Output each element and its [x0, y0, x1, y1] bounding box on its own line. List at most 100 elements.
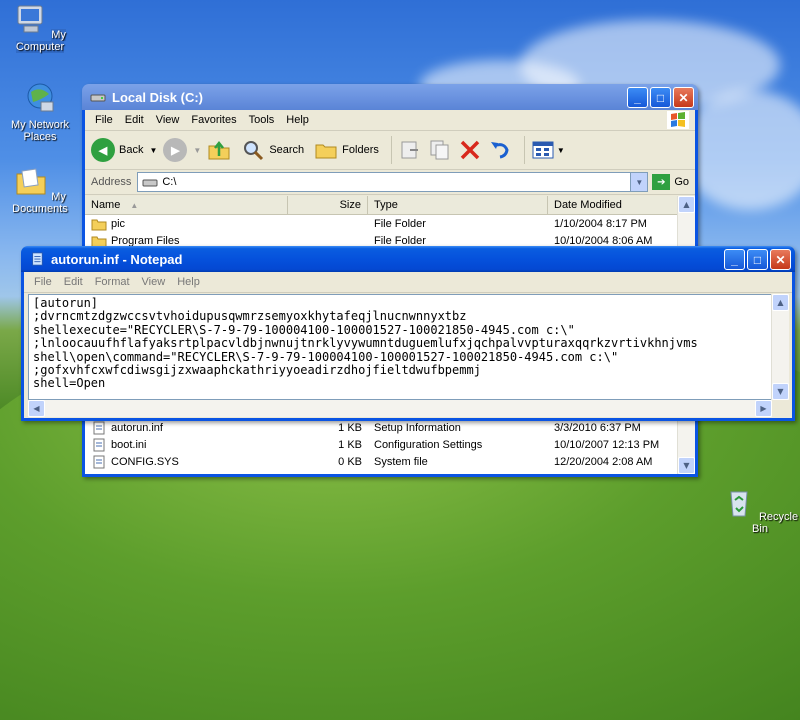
maximize-icon: □ — [656, 90, 665, 105]
minimize-button[interactable]: _ — [627, 87, 648, 108]
text-line: shellexecute="RECYCLER\S-7-9-79-10000410… — [33, 322, 575, 337]
file-type: File Folder — [374, 217, 426, 230]
ini-file-icon — [93, 438, 105, 451]
menu-file[interactable]: File — [28, 274, 58, 290]
table-row[interactable]: boot.ini 1 KB Configuration Settings 10/10/… — [85, 436, 678, 453]
up-folder-button[interactable] — [207, 138, 231, 162]
forward-arrow-icon: ▶ — [163, 138, 188, 162]
move-to-button[interactable] — [398, 138, 422, 162]
windows-logo-icon — [667, 111, 689, 129]
network-icon — [27, 83, 54, 112]
table-row[interactable]: autorun.inf 1 KB Setup Information 3/3/2010… — [85, 419, 678, 436]
menu-help[interactable]: Help — [171, 274, 206, 290]
back-button[interactable]: ◀ Back ▼ — [91, 138, 157, 162]
menu-edit[interactable]: Edit — [58, 274, 89, 290]
back-label: Back — [119, 144, 144, 156]
folder-icon — [91, 219, 107, 230]
column-type[interactable]: Type — [368, 196, 548, 214]
text-line: shell=Open — [33, 376, 106, 391]
file-date: 12/20/2004 2:08 AM — [554, 455, 653, 468]
sort-ascending-icon: ▲ — [130, 201, 139, 210]
folders-button[interactable]: Folders — [314, 138, 379, 162]
file-size: 0 KB — [338, 455, 362, 468]
maximize-button[interactable]: □ — [747, 249, 768, 270]
file-type: System file — [374, 455, 428, 468]
explorer-menubar: File Edit View Favorites Tools Help — [85, 110, 695, 131]
inf-file-icon — [93, 421, 105, 434]
delete-x-icon — [460, 140, 480, 160]
close-button[interactable]: ✕ — [673, 87, 694, 108]
file-name: Program Files — [111, 234, 180, 247]
column-date-modified[interactable]: Date Modified — [548, 196, 678, 214]
file-name: boot.ini — [111, 438, 147, 451]
column-size[interactable]: Size — [288, 196, 368, 214]
back-arrow-icon: ◀ — [91, 138, 115, 162]
undo-button[interactable] — [488, 138, 512, 162]
maximize-button[interactable]: □ — [650, 87, 671, 108]
minimize-icon: _ — [634, 90, 641, 105]
copy-to-button[interactable] — [428, 138, 452, 162]
documents-folder-icon — [16, 168, 46, 195]
delete-button[interactable] — [458, 138, 482, 162]
scroll-up-icon[interactable]: ▲ — [678, 196, 695, 213]
table-row[interactable]: pic File Folder 1/10/2004 8:17 PM — [85, 215, 695, 232]
text-line: shell\open\command="RECYCLER\S-7-9-79-10… — [33, 349, 619, 364]
desktop-icon-my-computer[interactable]: My Computer — [0, 4, 80, 53]
forward-button[interactable]: ▶ ▼ — [163, 138, 201, 162]
address-label: Address — [91, 176, 132, 188]
notepad-menubar: File Edit Format View Help — [24, 272, 792, 293]
scroll-down-icon[interactable]: ▼ — [772, 383, 789, 400]
menu-help[interactable]: Help — [280, 112, 315, 128]
table-row[interactable]: CONFIG.SYS 0 KB System file 12/20/2004 2:08… — [85, 453, 678, 470]
file-date: 10/10/2004 8:06 AM — [554, 234, 653, 247]
address-dropdown-icon[interactable]: ▼ — [630, 173, 648, 191]
desktop-icon-my-network-places[interactable]: My Network Places — [0, 82, 80, 143]
column-name[interactable]: Name ▲ — [85, 196, 288, 214]
file-date: 1/10/2004 8:17 PM — [554, 217, 647, 230]
file-date: 10/10/2007 12:13 PM — [554, 438, 660, 451]
menu-view[interactable]: View — [136, 274, 172, 290]
notepad-horizontal-scrollbar[interactable]: ◀ ▶ — [28, 400, 772, 417]
menu-tools[interactable]: Tools — [243, 112, 281, 128]
menu-file[interactable]: File — [89, 112, 119, 128]
sys-file-icon — [93, 455, 105, 468]
address-input[interactable]: C:\ ▼ — [137, 172, 649, 192]
menu-edit[interactable]: Edit — [119, 112, 150, 128]
scroll-left-icon[interactable]: ◀ — [28, 400, 45, 417]
drive-icon — [142, 179, 158, 187]
scroll-up-icon[interactable]: ▲ — [772, 294, 789, 311]
scroll-down-icon[interactable]: ▼ — [678, 457, 695, 474]
drive-icon — [90, 94, 106, 102]
notepad-text-area[interactable]: [autorun] ;dvrncmtzdgzwccsvtvhoidupusqwmr… — [28, 294, 772, 400]
views-button[interactable]: ▼ — [531, 138, 565, 162]
minimize-button[interactable]: _ — [724, 249, 745, 270]
scroll-right-icon[interactable]: ▶ — [755, 400, 772, 417]
notepad-icon — [32, 252, 43, 266]
file-date: 3/3/2010 6:37 PM — [554, 421, 641, 434]
menu-favorites[interactable]: Favorites — [185, 112, 242, 128]
file-list-header: Name ▲ Size Type Date Modified — [85, 196, 678, 215]
address-value: C:\ — [162, 176, 177, 188]
notepad-vertical-scrollbar[interactable]: ▲ ▼ — [771, 294, 789, 400]
views-icon — [532, 141, 554, 159]
text-line: [autorun] — [33, 296, 99, 310]
desktop-icon-my-documents[interactable]: My Documents — [0, 166, 80, 215]
close-button[interactable]: ✕ — [770, 249, 791, 270]
desktop-icon-label: My Network Places — [10, 119, 70, 143]
go-button[interactable]: ➔ Go — [652, 174, 689, 190]
file-name: CONFIG.SYS — [111, 455, 179, 468]
computer-icon — [17, 5, 43, 33]
menu-view[interactable]: View — [150, 112, 186, 128]
notepad-window: autorun.inf - Notepad _ □ ✕ File Edit Fo… — [21, 246, 795, 421]
notepad-titlebar[interactable]: autorun.inf - Notepad _ □ ✕ — [21, 246, 795, 272]
file-size: 1 KB — [338, 438, 362, 451]
file-type: Setup Information — [374, 421, 461, 434]
views-dropdown-icon: ▼ — [556, 145, 565, 155]
explorer-titlebar[interactable]: Local Disk (C:) _ □ ✕ — [82, 84, 698, 110]
desktop-icon-recycle-bin[interactable]: Recycle Bin — [720, 486, 800, 535]
menu-format[interactable]: Format — [89, 274, 136, 290]
search-icon — [244, 141, 264, 161]
file-type: Configuration Settings — [374, 438, 483, 451]
search-button[interactable]: Search — [241, 138, 304, 162]
text-line: ;dvrncmtzdgzwccsvtvhoidupusqwmrzsemyoxkh… — [33, 309, 467, 324]
